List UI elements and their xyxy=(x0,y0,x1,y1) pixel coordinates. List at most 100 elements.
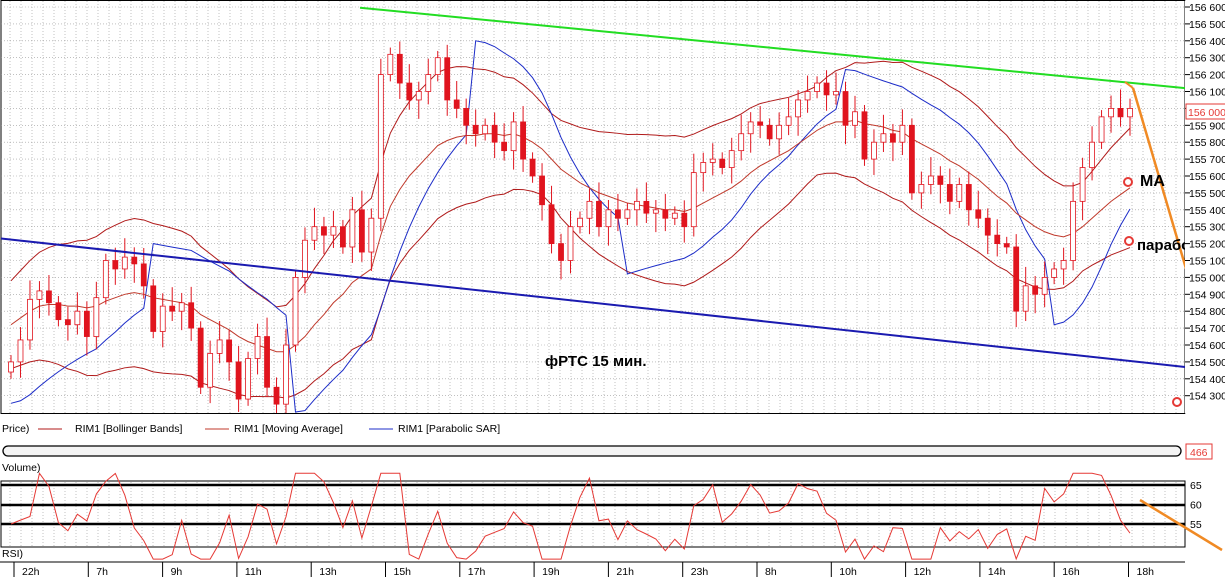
candle-body xyxy=(396,53,403,84)
price-axis: 156 600 156 500 156 400 156 300 156 200 156 1… xyxy=(1185,0,1225,414)
candle-body xyxy=(709,158,716,163)
candle-body xyxy=(937,175,944,185)
time-tick-label: 19h xyxy=(542,566,560,578)
time-tick-label: 16h xyxy=(1062,566,1080,578)
candle-body xyxy=(643,200,650,214)
candle-body xyxy=(757,121,764,126)
candle-body xyxy=(861,111,868,160)
price-tick-label: 156 200 xyxy=(1189,70,1225,82)
price-tick-label: 156 400 xyxy=(1189,36,1225,48)
candle-body xyxy=(83,310,90,337)
candle-body xyxy=(188,302,195,329)
rsi-panel: 65 60 55 RSI) xyxy=(0,472,1223,561)
candle-body xyxy=(823,82,830,96)
candle-body xyxy=(159,305,166,332)
price-tick-label: 155 500 xyxy=(1189,188,1225,200)
candle-body xyxy=(956,184,963,202)
legend-strip: Price) RIM1 [Bollinger Bands] RIM1 [Movi… xyxy=(2,423,500,435)
time-tick-label: 22h xyxy=(22,566,40,578)
candle-body xyxy=(311,226,318,241)
candle-body xyxy=(747,121,754,135)
candle-body xyxy=(946,184,953,202)
candle-body xyxy=(804,91,811,101)
candle-body xyxy=(425,74,432,92)
candle-body xyxy=(1022,285,1029,312)
ma-annotation: МА xyxy=(1140,173,1165,190)
candle-body xyxy=(520,121,526,160)
candle-body xyxy=(434,57,441,76)
legend-price-label: Price) xyxy=(2,423,29,435)
price-panel: фРТС 15 мин. МА параболик xyxy=(0,0,1225,414)
candle-body xyxy=(633,200,640,211)
candle-body xyxy=(254,336,261,359)
time-tick-label: 12h xyxy=(914,566,932,578)
candle-body xyxy=(27,298,33,341)
candle-body xyxy=(55,302,62,321)
candle-body xyxy=(965,184,972,211)
candle-body xyxy=(833,91,839,96)
candle-body xyxy=(652,209,659,214)
legend-bollinger-label: RIM1 [Bollinger Bands] xyxy=(75,423,182,435)
time-tick-label: 11h xyxy=(245,566,262,578)
volume-label: Volume) xyxy=(2,462,41,474)
candle-body xyxy=(377,74,384,219)
candle-body xyxy=(1070,200,1077,261)
candle-body xyxy=(776,124,783,140)
candle-body xyxy=(321,226,327,236)
time-tick-label: 9h xyxy=(171,566,183,578)
time-tick-label: 21h xyxy=(616,566,634,578)
time-tick-label: 13h xyxy=(319,566,337,578)
candle-body xyxy=(899,124,906,143)
candle-body xyxy=(605,209,612,228)
candle-body xyxy=(444,57,451,101)
candle-body xyxy=(368,217,375,253)
price-tick-label: 156 500 xyxy=(1189,19,1225,31)
candle-body xyxy=(216,339,223,354)
candle-body xyxy=(558,243,564,261)
current-price-label: 156 000 xyxy=(1188,107,1225,119)
price-tick-label: 155 000 xyxy=(1189,272,1225,284)
legend-ma-label: RIM1 [Moving Average] xyxy=(234,423,343,435)
candle-body xyxy=(719,158,726,168)
candle-body xyxy=(681,212,688,228)
candle-body xyxy=(615,209,621,219)
candle-body xyxy=(387,53,394,76)
price-panel-frame xyxy=(0,0,1186,414)
time-axis: 22h 7h 9h 11h 13h 15h 17h 19h 21h 23h 8h 10h 12h 14h 1… xyxy=(0,561,1185,578)
candle-body xyxy=(463,108,470,126)
candle-body xyxy=(178,302,185,312)
candle-body xyxy=(349,209,356,248)
candle-body xyxy=(510,121,517,152)
candle-body xyxy=(283,344,289,405)
candle-body xyxy=(842,91,849,126)
candle-body xyxy=(1117,108,1124,118)
candle-body xyxy=(1079,167,1086,202)
price-tick-label: 154 300 xyxy=(1189,391,1225,403)
candle-body xyxy=(46,290,52,304)
candle-body xyxy=(529,158,536,177)
candle-body xyxy=(1127,108,1133,118)
time-tick-label: 8h xyxy=(765,566,777,578)
candle-body xyxy=(1060,260,1067,270)
price-tick-label: 156 600 xyxy=(1189,2,1225,14)
volume-panel: 466 Volume) xyxy=(2,443,1213,474)
candle-body xyxy=(738,133,745,152)
rsi-panel-frame xyxy=(0,480,1186,548)
candle-body xyxy=(1003,243,1010,248)
rsi-tick-label: 65 xyxy=(1190,480,1202,492)
price-tick-label: 155 400 xyxy=(1189,205,1225,217)
legend-sar-label: RIM1 [Parabolic SAR] xyxy=(398,423,500,435)
candle-body xyxy=(785,116,792,126)
candle-body xyxy=(112,260,119,270)
price-tick-label: 154 400 xyxy=(1189,374,1225,386)
candle-body xyxy=(577,217,583,228)
candle-body xyxy=(994,234,1001,244)
volume-value: 466 xyxy=(1190,447,1208,459)
price-tick-label: 156 100 xyxy=(1189,87,1225,99)
candle-body xyxy=(102,260,109,299)
candle-body xyxy=(700,162,707,174)
rsi-tick-label: 55 xyxy=(1190,519,1202,531)
time-tick-label: 7h xyxy=(96,566,108,578)
candle-body xyxy=(908,124,915,194)
candle-body xyxy=(330,226,337,236)
